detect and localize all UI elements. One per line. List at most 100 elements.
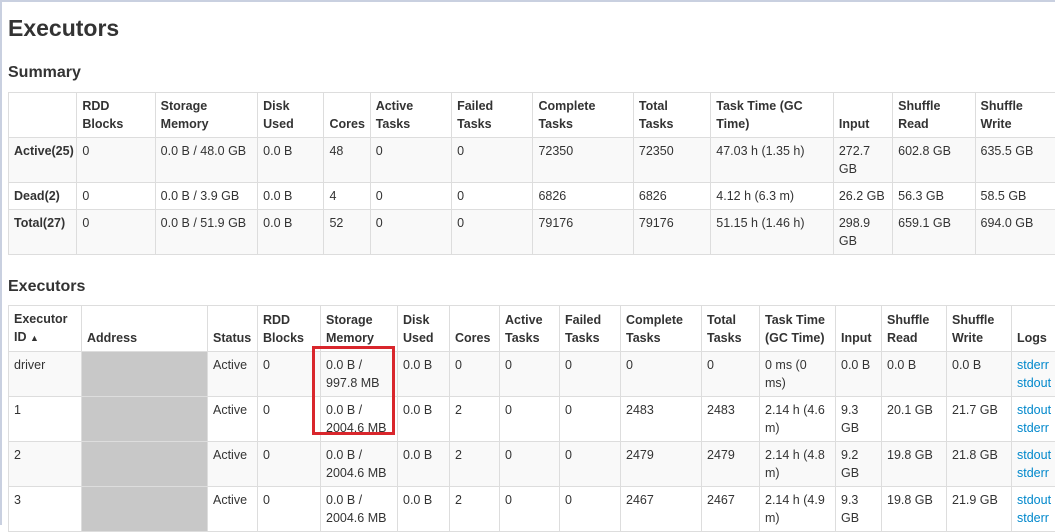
col-logs[interactable]: Logs: [1012, 306, 1055, 352]
table-cell: 0: [560, 442, 621, 487]
col-input[interactable]: Input: [836, 306, 882, 352]
summary-col-active-tasks[interactable]: Active Tasks: [370, 93, 451, 138]
table-cell: 0.0 B / 51.9 GB: [155, 210, 257, 255]
executor-row-1: 1 Active 0 0.0 B / 2004.6 MB 0.0 B 2 0 0…: [9, 397, 1055, 442]
table-cell: 602.8 GB: [893, 138, 975, 183]
summary-col-shuffle-write[interactable]: Shuffle Write: [975, 93, 1055, 138]
log-link[interactable]: stderr: [1017, 464, 1052, 482]
table-cell: 298.9 GB: [833, 210, 892, 255]
summary-col-disk-used[interactable]: Disk Used: [258, 93, 324, 138]
redacted-address: [82, 487, 207, 531]
summary-col-complete-tasks[interactable]: Complete Tasks: [533, 93, 633, 138]
table-cell: 0: [500, 397, 560, 442]
col-status[interactable]: Status: [208, 306, 258, 352]
log-link[interactable]: stdout: [1017, 374, 1052, 392]
table-cell: 21.8 GB: [947, 442, 1012, 487]
redacted-address: [82, 352, 207, 396]
log-link[interactable]: stderr: [1017, 419, 1052, 437]
col-cores[interactable]: Cores: [450, 306, 500, 352]
table-cell: 0: [258, 397, 321, 442]
summary-col-shuffle-read[interactable]: Shuffle Read: [893, 93, 975, 138]
summary-row-total: Total(27) 0 0.0 B / 51.9 GB 0.0 B 52 0 0…: [9, 210, 1055, 255]
summary-table: RDD Blocks Storage Memory Disk Used Core…: [8, 92, 1055, 255]
executors-header-row: Executor ID ▲ Address Status RDD Blocks …: [9, 306, 1055, 352]
table-cell: 2.14 h (4.8 m): [760, 442, 836, 487]
summary-col-task-time[interactable]: Task Time (GC Time): [711, 93, 834, 138]
redacted-address: [82, 442, 207, 486]
table-cell: 0.0 B: [947, 352, 1012, 397]
col-total-tasks[interactable]: Total Tasks: [702, 306, 760, 352]
summary-col-storage-memory[interactable]: Storage Memory: [155, 93, 257, 138]
log-link[interactable]: stdout: [1017, 491, 1052, 509]
logs-cell: stdout stderr: [1012, 397, 1055, 442]
col-complete-tasks[interactable]: Complete Tasks: [621, 306, 702, 352]
table-cell: 0: [452, 210, 533, 255]
col-shuffle-read[interactable]: Shuffle Read: [882, 306, 947, 352]
col-active-tasks[interactable]: Active Tasks: [500, 306, 560, 352]
table-cell: 0.0 B: [258, 210, 324, 255]
summary-col-failed-tasks[interactable]: Failed Tasks: [452, 93, 533, 138]
table-cell: 2.14 h (4.6 m): [760, 397, 836, 442]
table-cell: 0: [370, 183, 451, 210]
table-cell: 72350: [533, 138, 633, 183]
address-cell: [82, 352, 208, 397]
col-address[interactable]: Address: [82, 306, 208, 352]
sort-ascending-icon: ▲: [30, 333, 39, 343]
summary-col-total-tasks[interactable]: Total Tasks: [633, 93, 710, 138]
address-cell: [82, 442, 208, 487]
log-link[interactable]: stderr: [1017, 356, 1052, 374]
col-task-time[interactable]: Task Time (GC Time): [760, 306, 836, 352]
col-executor-id[interactable]: Executor ID ▲: [9, 306, 82, 352]
table-cell: 694.0 GB: [975, 210, 1055, 255]
log-link[interactable]: stderr: [1017, 509, 1052, 527]
table-cell: 0 ms (0 ms): [760, 352, 836, 397]
col-storage-memory[interactable]: Storage Memory: [321, 306, 398, 352]
table-cell: 2: [450, 397, 500, 442]
logs-cell: stderr stdout: [1012, 352, 1055, 397]
executors-table: Executor ID ▲ Address Status RDD Blocks …: [8, 305, 1055, 532]
table-cell: 0: [258, 352, 321, 397]
storage-memory-cell: 0.0 B / 997.8 MB: [321, 352, 398, 397]
table-cell: 9.2 GB: [836, 442, 882, 487]
table-cell: 56.3 GB: [893, 183, 975, 210]
table-cell: 0.0 B: [258, 138, 324, 183]
executor-id: driver: [9, 352, 82, 397]
table-cell: 2479: [621, 442, 702, 487]
col-disk-used[interactable]: Disk Used: [398, 306, 450, 352]
col-rdd-blocks[interactable]: RDD Blocks: [258, 306, 321, 352]
table-cell: 0: [77, 138, 155, 183]
table-cell: 0: [370, 210, 451, 255]
table-cell: 4.12 h (6.3 m): [711, 183, 834, 210]
col-executor-id-label: Executor ID: [14, 312, 68, 344]
table-cell: 58.5 GB: [975, 183, 1055, 210]
summary-row-label: Total(27): [9, 210, 77, 255]
page-title: Executors: [8, 15, 119, 42]
table-cell: 0: [560, 397, 621, 442]
table-cell: 0: [450, 352, 500, 397]
table-cell: 26.2 GB: [833, 183, 892, 210]
table-cell: 51.15 h (1.46 h): [711, 210, 834, 255]
table-cell: 79176: [633, 210, 710, 255]
table-cell: 0: [77, 183, 155, 210]
redacted-address: [82, 397, 207, 441]
storage-memory-cell: 0.0 B / 2004.6 MB: [321, 442, 398, 487]
executors-heading: Executors: [8, 278, 85, 296]
summary-row-active: Active(25) 0 0.0 B / 48.0 GB 0.0 B 48 0 …: [9, 138, 1055, 183]
table-cell: 272.7 GB: [833, 138, 892, 183]
table-cell: 2483: [702, 397, 760, 442]
col-shuffle-write[interactable]: Shuffle Write: [947, 306, 1012, 352]
summary-col-cores[interactable]: Cores: [324, 93, 370, 138]
status-cell: Active: [208, 442, 258, 487]
table-cell: 20.1 GB: [882, 397, 947, 442]
log-link[interactable]: stdout: [1017, 446, 1052, 464]
log-link[interactable]: stdout: [1017, 401, 1052, 419]
table-cell: 0: [702, 352, 760, 397]
table-cell: 0.0 B / 3.9 GB: [155, 183, 257, 210]
table-cell: 0.0 B: [882, 352, 947, 397]
table-cell: 0: [77, 210, 155, 255]
summary-col-rdd-blocks[interactable]: RDD Blocks: [77, 93, 155, 138]
col-failed-tasks[interactable]: Failed Tasks: [560, 306, 621, 352]
table-cell: 19.8 GB: [882, 442, 947, 487]
table-cell: 635.5 GB: [975, 138, 1055, 183]
summary-col-input[interactable]: Input: [833, 93, 892, 138]
